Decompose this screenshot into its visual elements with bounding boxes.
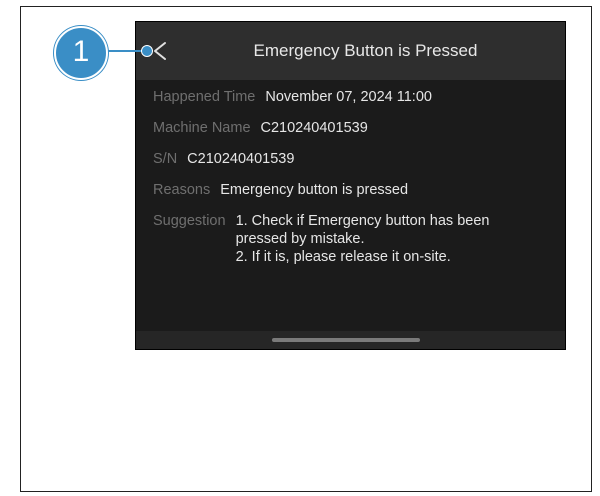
happened-time-label: Happened Time xyxy=(153,89,256,105)
happened-time-value: November 07, 2024 11:00 xyxy=(265,89,432,105)
home-indicator[interactable] xyxy=(272,338,420,342)
page-title: Emergency Button is Pressed xyxy=(253,41,478,60)
suggestion-label: Suggestion xyxy=(153,213,226,229)
suggestion-value: 1. Check if Emergency button has been pr… xyxy=(236,212,490,266)
suggestion-line: 2. If it is, please release it on-site. xyxy=(235,249,451,265)
detail-list: Happened Time November 07, 2024 11:00 Ma… xyxy=(153,88,551,279)
suggestion-line: 1. Check if Emergency button has been xyxy=(235,213,490,229)
machine-name-row: Machine Name C210240401539 xyxy=(153,119,551,137)
suggestion-line: pressed by mistake. xyxy=(235,231,365,247)
machine-name-label: Machine Name xyxy=(153,120,251,136)
sn-row: S/N C210240401539 xyxy=(153,150,551,168)
sn-value: C210240401539 xyxy=(187,151,295,167)
phone-screen: Emergency Button is Pressed Happened Tim… xyxy=(136,22,565,349)
reasons-label: Reasons xyxy=(153,182,211,198)
happened-time-row: Happened Time November 07, 2024 11:00 xyxy=(153,88,551,106)
reasons-row: Reasons Emergency button is pressed xyxy=(153,181,551,199)
reasons-value: Emergency button is pressed xyxy=(220,182,409,198)
sn-label: S/N xyxy=(153,151,178,167)
header-bar: Emergency Button is Pressed xyxy=(136,22,565,80)
bottom-nav-area xyxy=(136,331,565,349)
callout-number-badge: 1 xyxy=(54,26,108,80)
machine-name-value: C210240401539 xyxy=(260,120,368,136)
suggestion-row: Suggestion 1. Check if Emergency button … xyxy=(153,212,551,266)
callout-leader-dot xyxy=(141,45,153,57)
